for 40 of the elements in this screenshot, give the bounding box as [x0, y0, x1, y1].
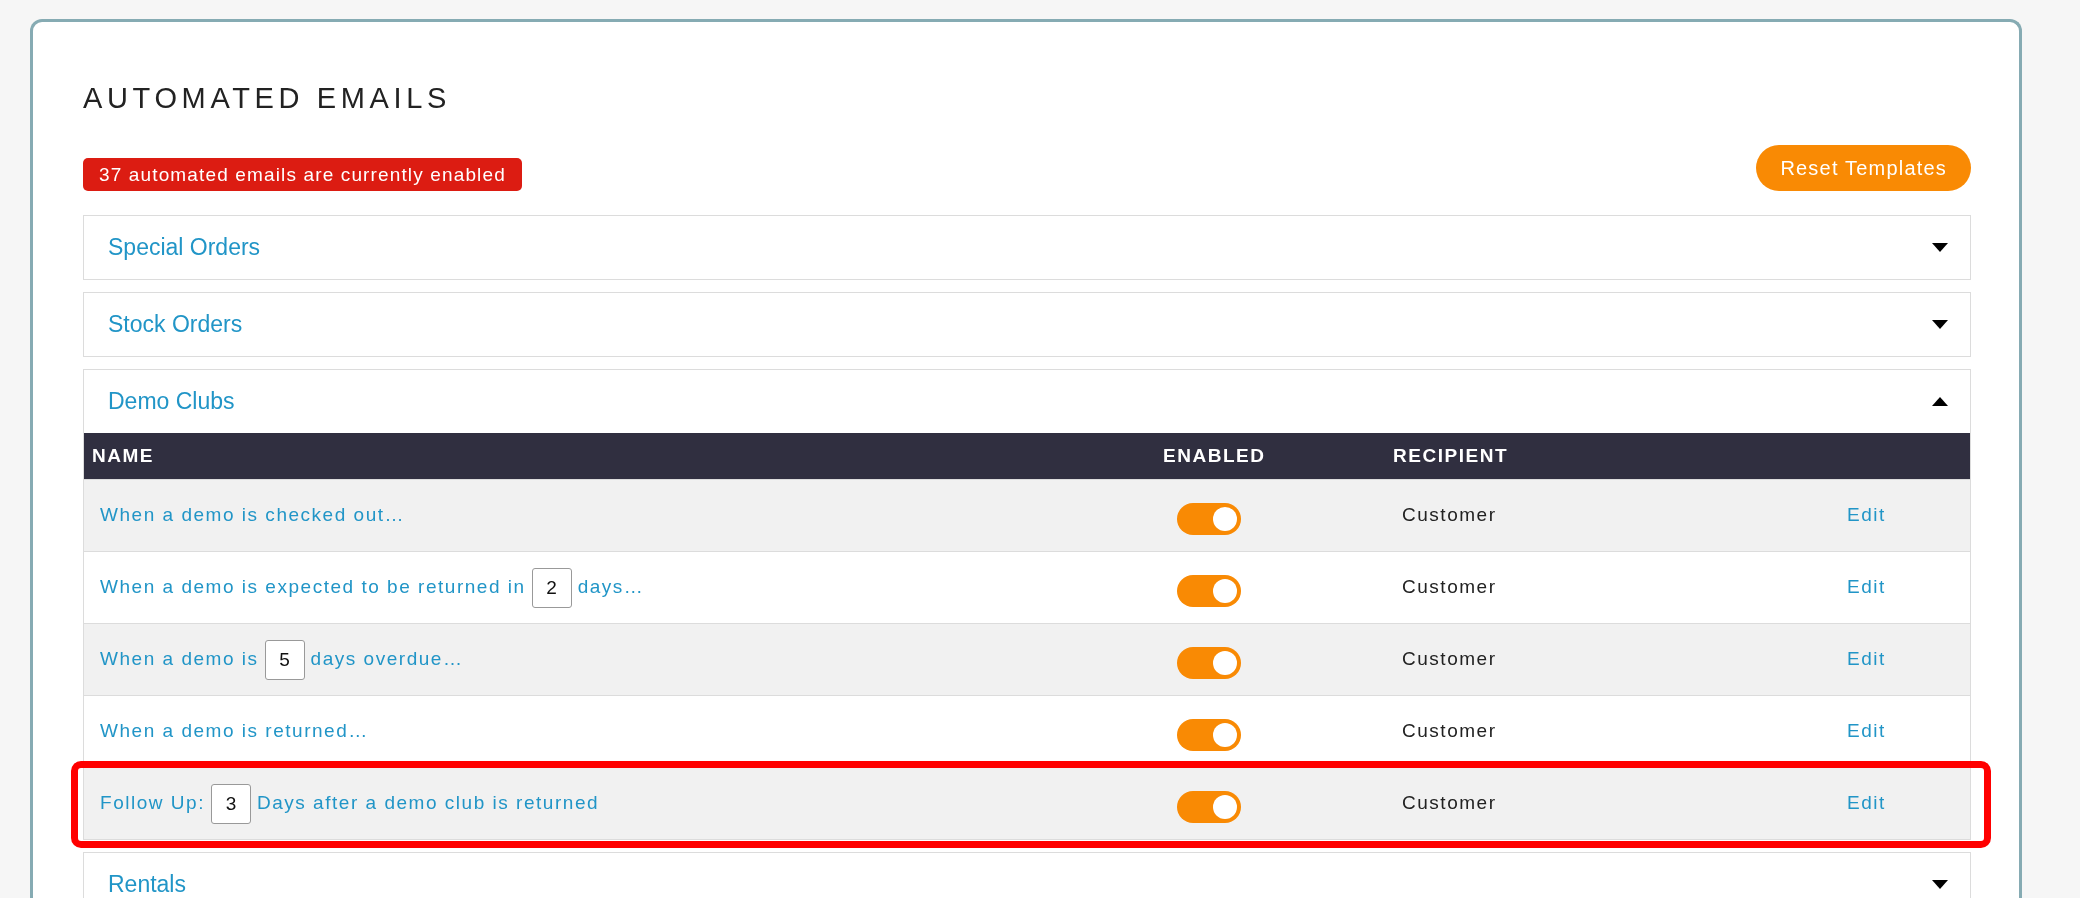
recipient-text: Customer — [1402, 792, 1497, 814]
section-title[interactable]: Demo Clubs — [108, 384, 235, 419]
enabled-toggle[interactable] — [1177, 574, 1241, 607]
column-header: RECIPIENT — [1393, 444, 1509, 466]
section-title[interactable]: Stock Orders — [108, 307, 243, 342]
caret-down-icon[interactable] — [1932, 880, 1948, 889]
email-name-link[interactable]: When a demo is — [100, 645, 259, 674]
recipient-text: Customer — [1402, 720, 1497, 742]
caret-down-icon[interactable] — [1932, 320, 1948, 329]
email-name-link[interactable]: days overdue… — [310, 645, 464, 674]
edit-link[interactable]: Edit — [1847, 720, 1886, 742]
edit-link[interactable]: Edit — [1847, 648, 1886, 670]
section-title[interactable]: Special Orders — [108, 230, 261, 265]
days-input-field[interactable]: 3 — [210, 783, 251, 824]
caret-up-icon[interactable] — [1932, 397, 1948, 406]
recipient-text: Customer — [1402, 648, 1497, 670]
status-badge: 37 automated emails are currently enabled — [83, 158, 522, 191]
column-header: ENABLED — [1163, 443, 1266, 468]
reset-templates-button[interactable]: Reset Templates — [1756, 145, 1971, 191]
enabled-toggle[interactable] — [1177, 646, 1241, 679]
edit-link[interactable]: Edit — [1847, 504, 1886, 526]
days-input-field[interactable]: 5 — [264, 639, 305, 680]
email-name-link[interactable]: When a demo is returned… — [100, 717, 369, 746]
recipient-text: Customer — [1402, 504, 1497, 526]
edit-link[interactable]: Edit — [1847, 792, 1886, 814]
enabled-toggle[interactable] — [1177, 718, 1241, 751]
days-input-field[interactable]: 2 — [531, 567, 572, 608]
email-name-link[interactable]: days… — [577, 573, 645, 602]
enabled-toggle[interactable] — [1177, 790, 1241, 823]
column-header: NAME — [92, 443, 155, 468]
page-title: AUTOMATED EMAILS — [83, 84, 453, 113]
email-name-link[interactable]: Follow Up: — [100, 789, 205, 818]
email-name-link[interactable]: Days after a demo club is returned — [256, 789, 600, 818]
caret-down-icon[interactable] — [1932, 243, 1948, 252]
enabled-toggle[interactable] — [1177, 502, 1241, 535]
email-name-link[interactable]: When a demo is checked out… — [100, 501, 406, 530]
edit-link[interactable]: Edit — [1847, 576, 1886, 598]
recipient-text: Customer — [1402, 576, 1497, 598]
email-name-link[interactable]: When a demo is expected to be returned in — [100, 573, 526, 602]
section-title[interactable]: Rentals — [108, 867, 186, 898]
